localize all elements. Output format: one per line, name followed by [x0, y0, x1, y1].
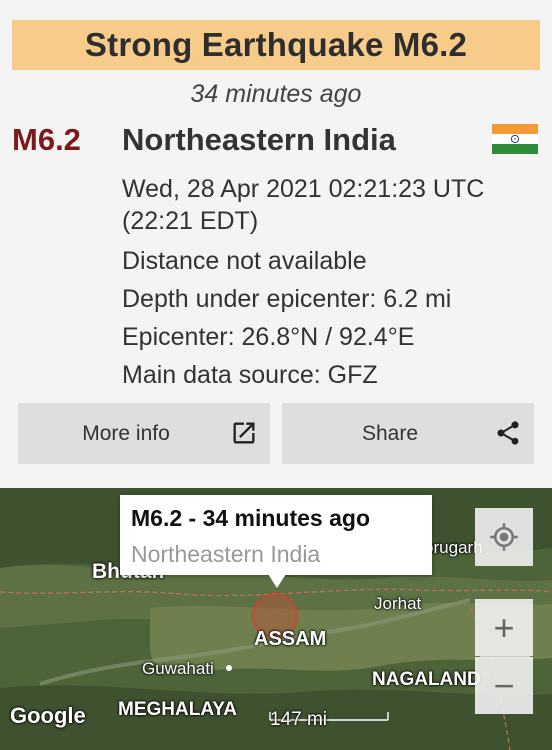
- map-label-nagaland: NAGALAND: [372, 669, 481, 690]
- open-external-icon: [233, 422, 255, 444]
- popup-subtitle: Northeastern India: [131, 541, 321, 567]
- india-flag-icon: [492, 124, 538, 154]
- date-utc: Wed, 28 Apr 2021 02:21:23 UTC: [122, 175, 485, 203]
- map-label-assam: ASSAM: [254, 628, 327, 650]
- time-ago: 34 minutes ago: [190, 80, 362, 108]
- my-location-icon: [490, 523, 518, 551]
- map-label-meghalaya: MEGHALAYA: [118, 699, 237, 720]
- title-banner: Strong Earthquake M6.2: [12, 20, 540, 70]
- zoom-out-button[interactable]: −: [475, 657, 533, 714]
- distance-text: Distance not available: [122, 247, 367, 275]
- share-button[interactable]: Share: [282, 403, 534, 464]
- map-label-jorhat: Jorhat: [374, 594, 422, 613]
- popup-title: M6.2 - 34 minutes ago: [131, 505, 371, 531]
- source-text: Main data source: GFZ: [122, 361, 378, 389]
- depth-text: Depth under epicenter: 6.2 mi: [122, 285, 452, 313]
- more-info-button[interactable]: More info: [18, 403, 270, 464]
- date-local: (22:21 EDT): [122, 207, 259, 235]
- share-icon: [497, 421, 519, 445]
- page-title: Strong Earthquake M6.2: [84, 26, 468, 63]
- google-logo: Google: [10, 703, 86, 728]
- earthquake-card: Strong Earthquake M6.2 34 minutes ago M6…: [0, 0, 552, 488]
- share-label: Share: [361, 421, 419, 445]
- my-location-button[interactable]: [475, 508, 533, 566]
- epicenter-text: Epicenter: 26.8°N / 92.4°E: [122, 323, 415, 351]
- more-info-label: More info: [82, 421, 170, 445]
- zoom-in-button[interactable]: +: [475, 599, 533, 656]
- popup-pointer: [268, 574, 286, 588]
- map-label-guwahati: Guwahati: [142, 659, 214, 678]
- region-label: Northeastern India: [122, 122, 396, 157]
- map-scale-label: 147 mi: [270, 709, 328, 730]
- map-info-popup[interactable]: M6.2 - 34 minutes ago Northeastern India: [120, 495, 432, 575]
- magnitude-label: M6.2: [12, 122, 81, 157]
